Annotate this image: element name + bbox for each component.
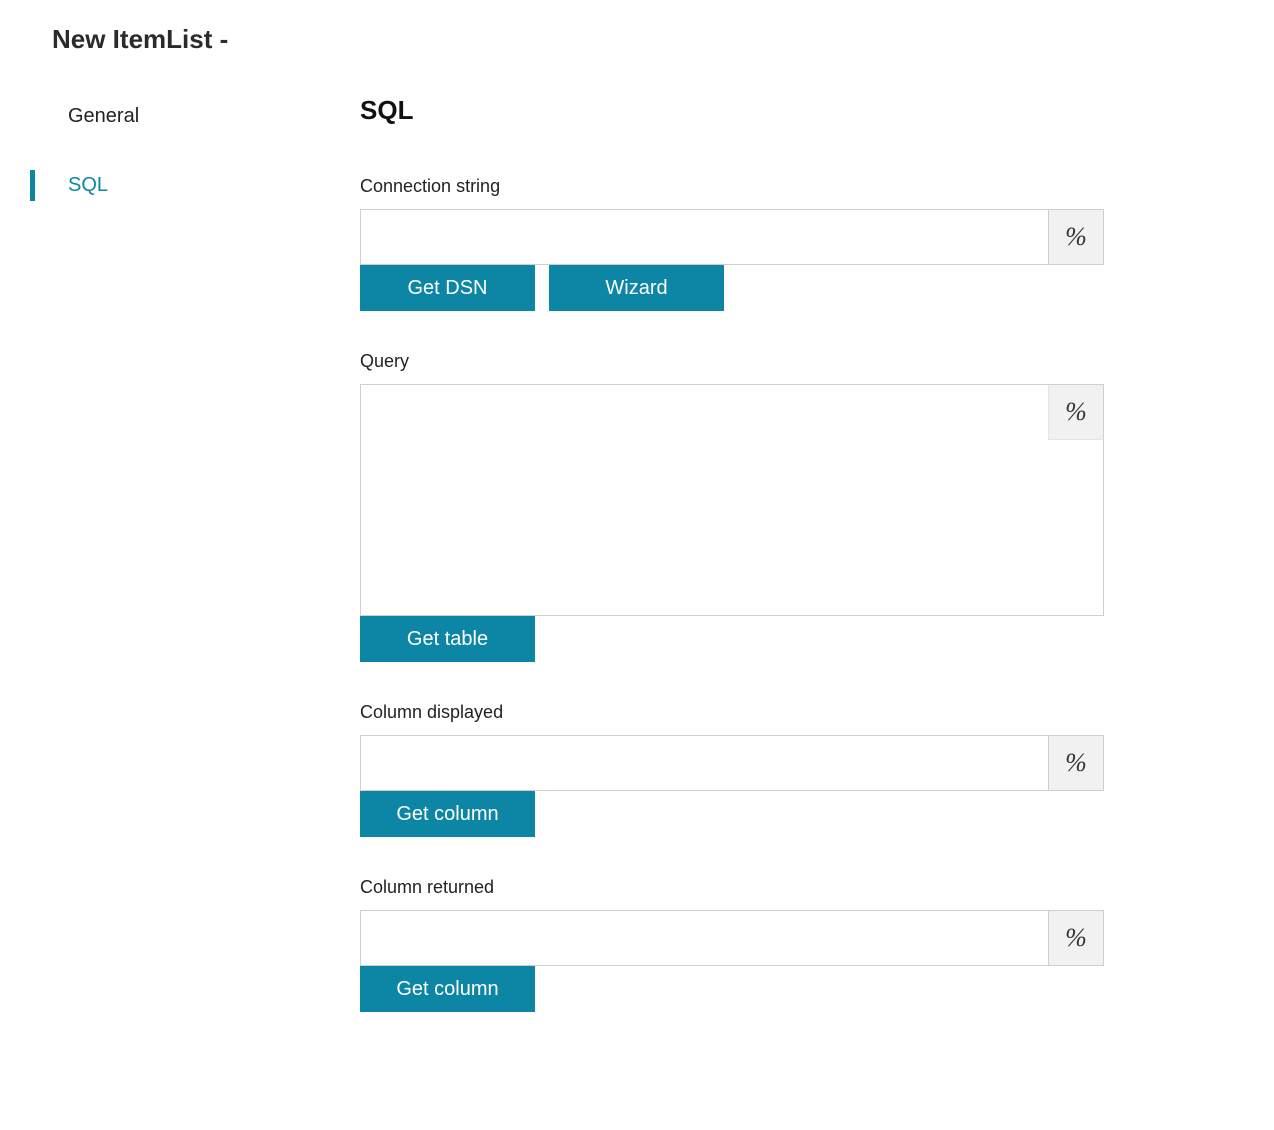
column-returned-input[interactable] (360, 910, 1048, 966)
sidebar-item-label: General (68, 105, 139, 127)
sidebar-item-general[interactable]: General (30, 93, 360, 140)
sidebar-item-label: SQL (68, 174, 108, 196)
section-title: SQL (360, 95, 1104, 126)
connection-string-input[interactable] (360, 209, 1048, 265)
get-column-returned-button[interactable]: Get column (360, 966, 535, 1012)
wizard-button[interactable]: Wizard (549, 265, 724, 311)
column-displayed-input[interactable] (360, 735, 1048, 791)
sidebar-item-sql[interactable]: SQL (30, 162, 360, 209)
get-dsn-button[interactable]: Get DSN (360, 265, 535, 311)
field-connection-string: Connection string % Get DSN Wizard (360, 176, 1104, 311)
sidebar: General SQL (0, 93, 360, 231)
get-column-displayed-button[interactable]: Get column (360, 791, 535, 837)
query-input[interactable] (360, 384, 1104, 616)
field-column-returned: Column returned % Get column (360, 877, 1104, 1012)
column-displayed-label: Column displayed (360, 702, 1104, 723)
percent-icon[interactable]: % (1048, 735, 1104, 791)
page-title: New ItemList - (52, 24, 1274, 55)
get-table-button[interactable]: Get table (360, 616, 535, 662)
main-panel: SQL Connection string % Get DSN Wizard Q… (360, 93, 1274, 1040)
field-query: Query % Get table (360, 351, 1104, 662)
column-returned-label: Column returned (360, 877, 1104, 898)
connection-string-label: Connection string (360, 176, 1104, 197)
field-column-displayed: Column displayed % Get column (360, 702, 1104, 837)
percent-icon[interactable]: % (1048, 209, 1104, 265)
percent-icon[interactable]: % (1048, 910, 1104, 966)
query-label: Query (360, 351, 1104, 372)
percent-icon[interactable]: % (1048, 384, 1104, 440)
